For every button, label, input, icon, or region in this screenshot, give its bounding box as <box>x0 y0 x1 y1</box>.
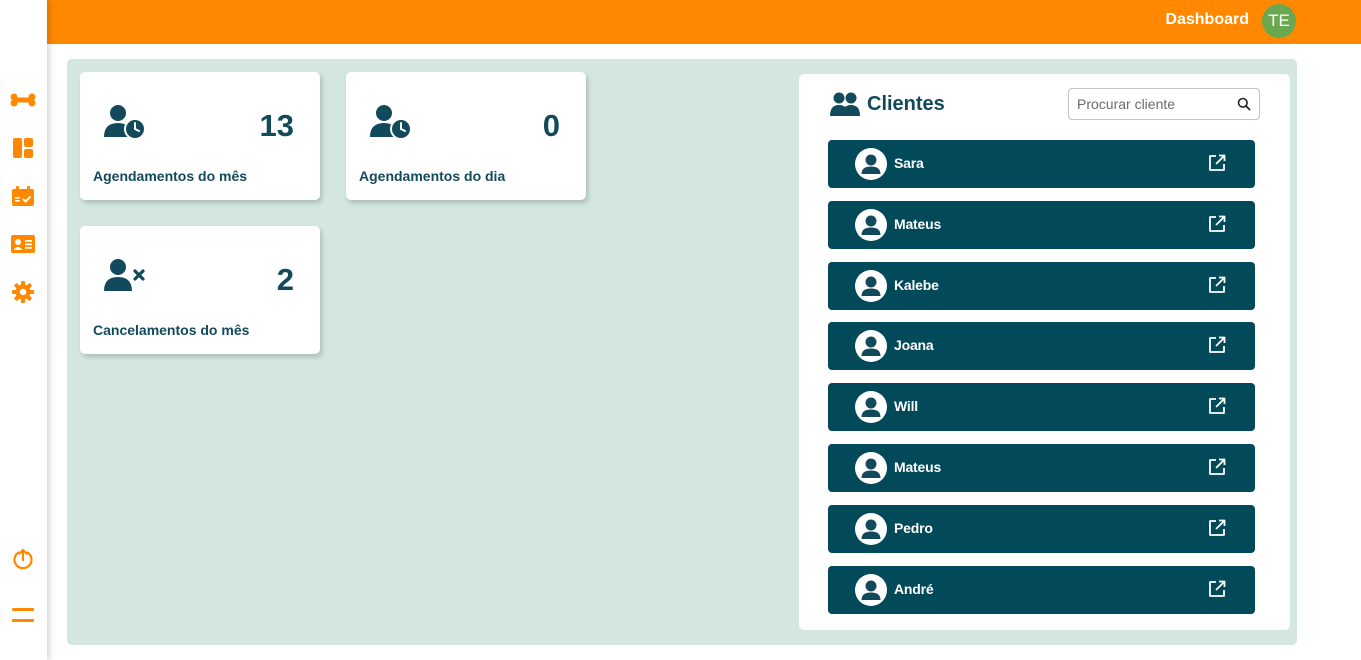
gear-icon[interactable] <box>10 279 36 305</box>
client-avatar-icon <box>855 573 887 606</box>
user-avatar[interactable]: TE <box>1262 4 1296 38</box>
client-row-1[interactable]: Sara <box>828 140 1255 188</box>
sidebar <box>0 0 47 660</box>
stat-value: 13 <box>259 108 294 143</box>
top-bar: Dashboard TE <box>47 0 1361 44</box>
client-name: Pedro <box>894 519 933 536</box>
client-row-2[interactable]: Mateus <box>828 200 1255 249</box>
client-avatar-icon <box>855 269 887 302</box>
menu-icon[interactable] <box>10 602 36 628</box>
bone-icon[interactable] <box>10 87 36 113</box>
stat-label: Cancelamentos do mês <box>93 322 250 338</box>
calendar-check-icon[interactable] <box>10 183 36 209</box>
stat-label: Agendamentos do mês <box>93 168 248 184</box>
external-link-icon[interactable] <box>1208 215 1226 238</box>
client-row-4[interactable]: Joana <box>828 322 1255 371</box>
client-avatar-icon <box>855 330 887 363</box>
client-avatar-icon <box>855 391 887 424</box>
search-icon[interactable] <box>1237 97 1251 116</box>
external-link-icon[interactable] <box>1208 397 1226 420</box>
user-clock-icon <box>104 104 148 145</box>
client-name: Sara <box>894 155 924 171</box>
client-row-7[interactable]: Pedro <box>828 504 1255 553</box>
stat-value: 0 <box>542 108 560 143</box>
logout-icon[interactable] <box>10 546 36 572</box>
client-avatar-icon <box>855 208 887 241</box>
client-row-3[interactable]: Kalebe <box>828 261 1255 310</box>
client-avatar-icon <box>855 148 887 180</box>
users-icon <box>830 92 860 121</box>
client-name: Joana <box>894 337 934 354</box>
external-link-icon[interactable] <box>1208 519 1226 542</box>
stat-card-agendamentos-dia: 0 Agendamentos do dia <box>346 72 586 200</box>
stat-value: 2 <box>276 262 294 297</box>
stat-card-agendamentos-mes: 13 Agendamentos do mês <box>80 72 320 200</box>
user-clock-icon <box>370 104 414 145</box>
client-row-5[interactable]: Will <box>828 383 1255 432</box>
client-row-8[interactable]: André <box>828 565 1255 614</box>
page-title: Dashboard <box>1165 11 1249 28</box>
client-row-6[interactable]: Mateus <box>828 444 1255 492</box>
stat-card-cancelamentos-mes: 2 Cancelamentos do mês <box>80 226 320 354</box>
client-avatar-icon <box>855 452 887 484</box>
external-link-icon[interactable] <box>1208 580 1226 603</box>
external-link-icon[interactable] <box>1208 336 1226 359</box>
user-xmark-icon <box>104 258 148 299</box>
external-link-icon[interactable] <box>1208 154 1226 177</box>
client-name: Will <box>894 398 918 415</box>
client-name: André <box>894 580 934 597</box>
client-name: Kalebe <box>894 276 939 293</box>
id-card-icon[interactable] <box>10 231 36 257</box>
stat-label: Agendamentos do dia <box>359 168 506 184</box>
external-link-icon[interactable] <box>1208 458 1226 481</box>
client-name: Mateus <box>894 459 942 475</box>
client-name: Mateus <box>894 215 942 232</box>
clients-title: Clientes <box>867 93 945 115</box>
client-avatar-icon <box>855 512 887 545</box>
external-link-icon[interactable] <box>1208 276 1226 299</box>
dashboard-icon[interactable] <box>10 135 36 161</box>
search-box <box>1068 88 1260 120</box>
search-input[interactable] <box>1069 89 1229 119</box>
